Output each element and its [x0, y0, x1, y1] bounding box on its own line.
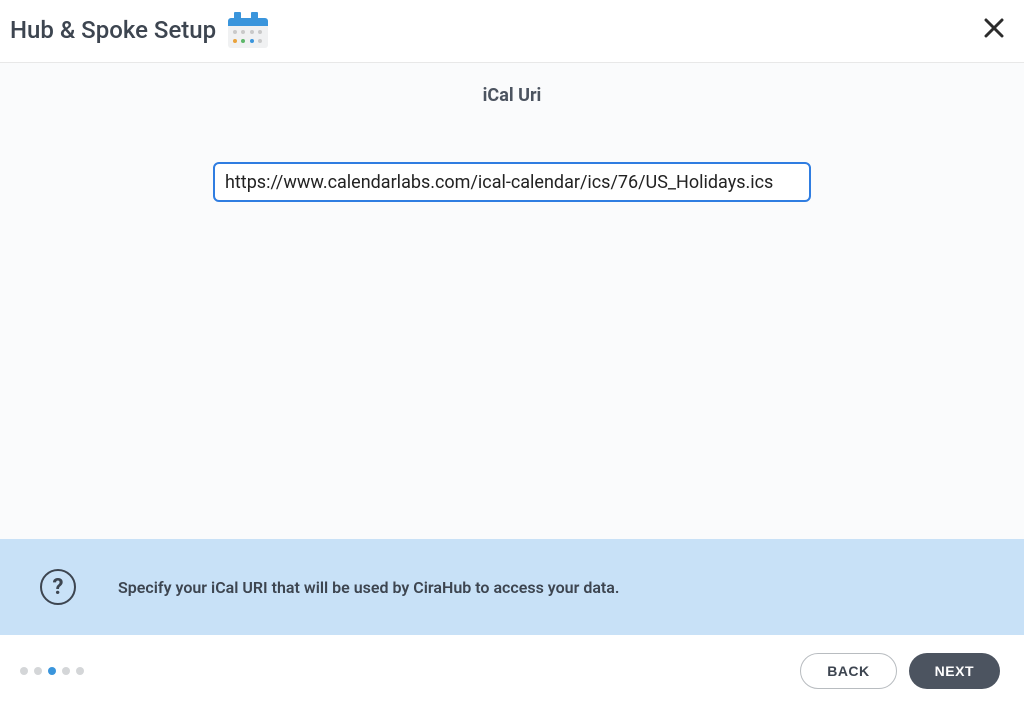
progress-dot — [20, 667, 28, 675]
progress-dot — [76, 667, 84, 675]
section-title: iCal Uri — [483, 85, 542, 106]
ical-uri-input[interactable] — [213, 162, 811, 202]
dialog-footer: BACK NEXT — [0, 635, 1024, 707]
footer-buttons: BACK NEXT — [800, 653, 1000, 689]
main-content: iCal Uri — [0, 63, 1024, 539]
progress-dot-active — [48, 667, 56, 675]
help-icon[interactable]: ? — [40, 569, 76, 605]
progress-indicator — [20, 667, 84, 675]
uri-input-wrap — [213, 162, 811, 202]
calendar-icon — [228, 12, 268, 48]
close-icon[interactable] — [980, 13, 1008, 47]
info-text: Specify your iCal URI that will be used … — [118, 578, 619, 597]
next-button[interactable]: NEXT — [909, 653, 1000, 689]
info-bar: ? Specify your iCal URI that will be use… — [0, 539, 1024, 635]
dialog-header: Hub & Spoke Setup — [0, 0, 1024, 63]
back-button[interactable]: BACK — [800, 653, 896, 689]
header-left: Hub & Spoke Setup — [10, 12, 268, 48]
dialog-title: Hub & Spoke Setup — [10, 16, 216, 44]
progress-dot — [34, 667, 42, 675]
progress-dot — [62, 667, 70, 675]
